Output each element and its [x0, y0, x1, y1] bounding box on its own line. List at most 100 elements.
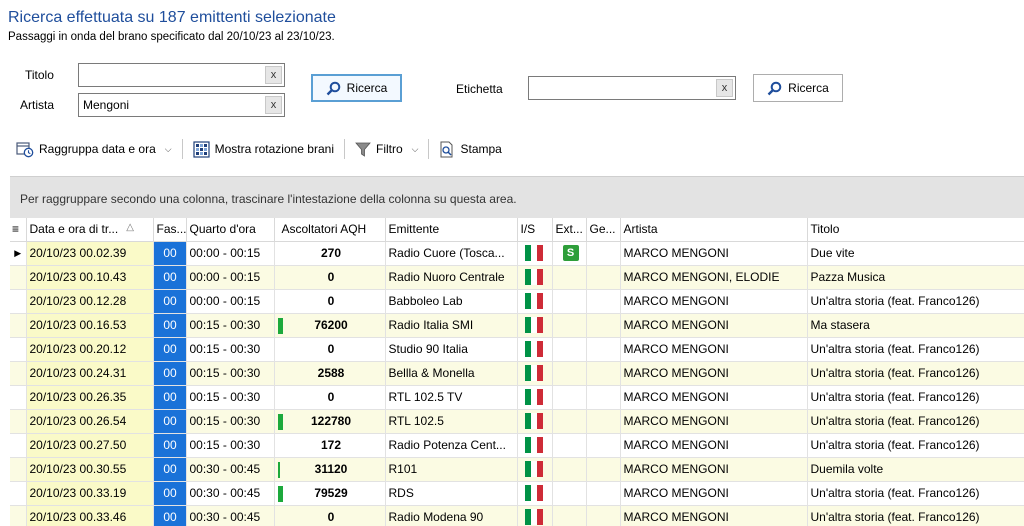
cell-titolo: Un'altra storia (feat. Franco126) [807, 361, 1024, 386]
cell-date: 20/10/23 00.26.35 [26, 385, 154, 410]
italy-flag-icon [524, 245, 543, 261]
cell-is [517, 505, 553, 526]
cell-ext [552, 505, 587, 526]
row-indicator [10, 457, 27, 482]
cell-emittente: Bellla & Monella [385, 361, 518, 386]
table-row[interactable]: 20/10/23 00.20.12 00 00:15 - 00:30 0 Studio … [10, 337, 1024, 362]
cell-date: 20/10/23 00.26.54 [26, 409, 154, 434]
cell-titolo: Pazza Musica [807, 265, 1024, 290]
cell-ext [552, 481, 587, 506]
table-row[interactable]: 20/10/23 00.16.53 00 00:15 - 00:30 76200 Rad… [10, 313, 1024, 338]
aqh-bar [277, 485, 283, 502]
titolo-label: Titolo [25, 68, 54, 82]
column-header-artista[interactable]: Artista [620, 218, 808, 242]
artista-input[interactable]: Mengoni x [78, 93, 285, 117]
etichetta-input[interactable]: x [528, 76, 736, 100]
table-row[interactable]: ▶ 20/10/23 00.02.39 00 00:00 - 00:15 270 Radi… [10, 241, 1024, 266]
table-row[interactable]: 20/10/23 00.24.31 00 00:15 - 00:30 2588 Bell… [10, 361, 1024, 386]
cell-ext [552, 265, 587, 290]
row-indicator [10, 361, 27, 386]
cell-genere [586, 457, 621, 482]
row-indicator [10, 337, 27, 362]
cell-titolo: Un'altra storia (feat. Franco126) [807, 481, 1024, 506]
cell-artista: MARCO MENGONI [620, 313, 808, 338]
cell-fascia: 00 [153, 481, 187, 506]
sort-ascending-icon: △ [126, 222, 134, 234]
page-title: Ricerca effettuata su 187 emittenti sele… [8, 9, 336, 26]
italy-flag-icon [524, 389, 543, 405]
italy-flag-icon [524, 341, 543, 357]
group-drop-area[interactable]: Per raggruppare secondo una colonna, tra… [10, 176, 1024, 218]
cell-emittente: Radio Cuore (Tosca... [385, 241, 518, 266]
cell-aqh: 122780 [274, 409, 386, 434]
column-header-genere[interactable]: Ge... [586, 218, 621, 242]
aqh-value: 172 [320, 438, 342, 452]
aqh-value: 79529 [314, 486, 348, 500]
cell-artista: MARCO MENGONI [620, 481, 808, 506]
cell-fascia: 00 [153, 337, 187, 362]
column-header-is[interactable]: I/S [517, 218, 553, 242]
cell-genere [586, 313, 621, 338]
funnel-icon [355, 142, 371, 157]
search-icon [767, 81, 782, 95]
table-row[interactable]: 20/10/23 00.33.19 00 00:30 - 00:45 79529 RDS… [10, 481, 1024, 506]
row-indicator [10, 433, 27, 458]
aqh-bar [277, 413, 283, 430]
cell-quarter: 00:00 - 00:15 [186, 241, 275, 266]
cell-fascia: 00 [153, 289, 187, 314]
table-row[interactable]: 20/10/23 00.26.35 00 00:15 - 00:30 0 RTL 102… [10, 385, 1024, 410]
aqh-value: 122780 [310, 414, 352, 428]
cell-date: 20/10/23 00.16.53 [26, 313, 154, 338]
filter-button[interactable]: Filtro ⌵ [351, 136, 423, 162]
fascia-badge: 00 [153, 433, 185, 456]
table-row[interactable]: 20/10/23 00.33.46 00 00:30 - 00:45 0 Radio M… [10, 505, 1024, 526]
cell-is [517, 337, 553, 362]
column-header-fascia[interactable]: Fas... [153, 218, 187, 242]
table-row[interactable]: 20/10/23 00.12.28 00 00:00 - 00:15 0 Babbole… [10, 289, 1024, 314]
cell-artista: MARCO MENGONI [620, 337, 808, 362]
calendar-clock-icon [16, 141, 34, 157]
group-by-date-button[interactable]: Raggruppa data e ora ⌵ [12, 136, 176, 162]
cell-quarter: 00:15 - 00:30 [186, 337, 275, 362]
table-row[interactable]: 20/10/23 00.26.54 00 00:15 - 00:30 122780 RT… [10, 409, 1024, 434]
table-row[interactable]: 20/10/23 00.30.55 00 00:30 - 00:45 31120 R10… [10, 457, 1024, 482]
titolo-input[interactable]: x [78, 63, 285, 87]
search-button-label: Ricerca [788, 81, 829, 95]
cell-artista: MARCO MENGONI, ELODIE [620, 265, 808, 290]
table-row[interactable]: 20/10/23 00.27.50 00 00:15 - 00:30 172 Radio… [10, 433, 1024, 458]
page-subtitle: Passaggi in onda del brano specificato d… [8, 31, 335, 43]
cell-quarter: 00:15 - 00:30 [186, 433, 275, 458]
cell-fascia: 00 [153, 265, 187, 290]
aqh-value: 0 [327, 270, 335, 284]
cell-genere [586, 481, 621, 506]
cell-quarter: 00:30 - 00:45 [186, 457, 275, 482]
cell-aqh: 31120 [274, 457, 386, 482]
results-grid: ≡ Data e ora di tr... △ Fas... Quarto d'o… [10, 218, 1024, 526]
column-header-ext[interactable]: Ext... [552, 218, 587, 242]
aqh-value: 31120 [314, 462, 348, 476]
print-button[interactable]: Stampa [435, 136, 505, 162]
search-button-titolo[interactable]: Ricerca [311, 74, 402, 102]
column-header-date[interactable]: Data e ora di tr... △ [26, 218, 154, 242]
fascia-badge: 00 [153, 265, 185, 288]
table-row[interactable]: 20/10/23 00.10.43 00 00:00 - 00:15 0 Radio N… [10, 265, 1024, 290]
column-header-titolo[interactable]: Titolo [807, 218, 1024, 242]
column-header-quarter[interactable]: Quarto d'ora [186, 218, 275, 242]
cell-aqh: 2588 [274, 361, 386, 386]
titolo-clear-button[interactable]: x [265, 66, 282, 84]
search-button-etichetta[interactable]: Ricerca [753, 74, 843, 102]
column-header-emittente[interactable]: Emittente [385, 218, 518, 242]
show-rotation-button[interactable]: Mostra rotazione brani [189, 136, 338, 162]
cell-titolo: Un'altra storia (feat. Franco126) [807, 385, 1024, 410]
row-indicator [10, 265, 27, 290]
artista-value: Mengoni [83, 98, 130, 112]
artista-clear-button[interactable]: x [265, 96, 282, 114]
cell-aqh: 172 [274, 433, 386, 458]
column-chooser-icon[interactable]: ≡ [10, 218, 27, 242]
cell-ext [552, 385, 587, 410]
fascia-badge: 00 [153, 337, 185, 360]
cell-genere [586, 265, 621, 290]
etichetta-clear-button[interactable]: x [716, 79, 733, 97]
column-header-aqh[interactable]: Ascoltatori AQH [274, 218, 386, 242]
cell-artista: MARCO MENGONI [620, 409, 808, 434]
